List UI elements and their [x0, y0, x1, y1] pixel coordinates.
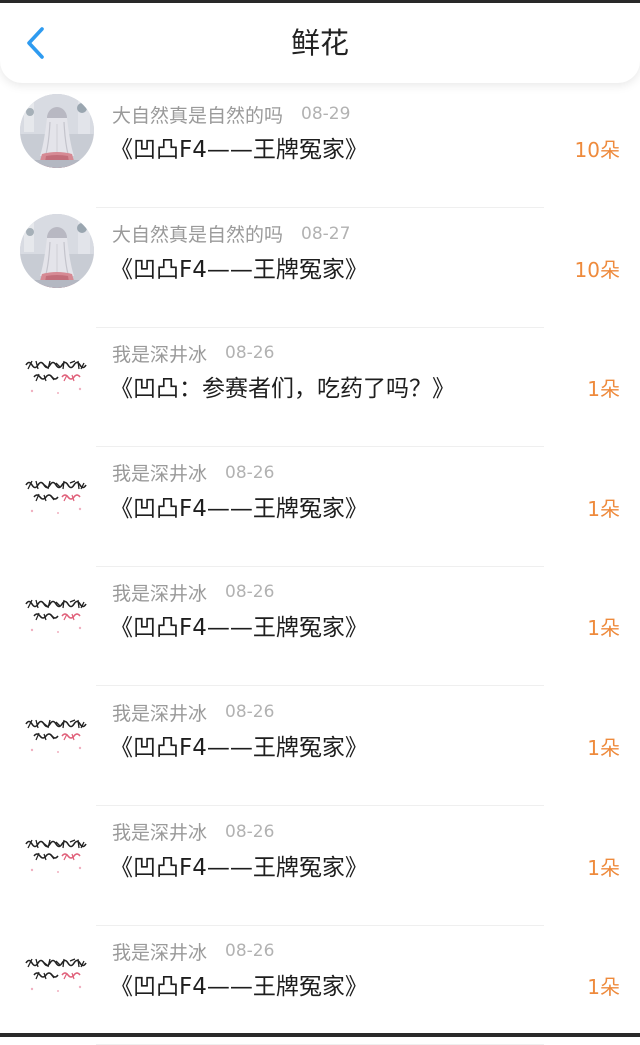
flower-list-item[interactable]: 我是深井冰 08-26 《凹凸F4——王牌冤家》 1朵 — [0, 806, 640, 926]
date: 08-26 — [225, 821, 275, 842]
date: 08-29 — [301, 104, 351, 124]
item-meta: 我是深井冰 08-26 — [112, 698, 274, 726]
flower-list-item[interactable]: 我是深井冰 08-26 《凹凸F4——王牌冤家》 1朵 — [0, 925, 640, 1045]
work-title[interactable]: 《凹凸F4——王牌冤家》 — [110, 252, 368, 288]
user-avatar[interactable] — [20, 333, 94, 408]
username[interactable]: 我是深井冰 — [112, 818, 207, 845]
header-bar: 鲜花 — [0, 3, 640, 83]
username[interactable]: 大自然真是自然的吗 — [112, 220, 283, 247]
flower-list-item[interactable]: 我是深井冰 08-26 《凹凸F4——王牌冤家》 1朵 — [0, 686, 640, 806]
work-title[interactable]: 《凹凸F4——王牌冤家》 — [110, 132, 368, 168]
work-title[interactable]: 《凹凸F4——王牌冤家》 — [110, 610, 368, 646]
item-meta: 我是深井冰 08-26 — [112, 339, 274, 367]
date: 08-26 — [225, 941, 275, 962]
item-meta: 我是深井冰 08-26 — [112, 937, 274, 965]
user-avatar[interactable] — [20, 94, 94, 168]
flower-count: 1朵 — [587, 975, 620, 1000]
work-title[interactable]: 《凹凸F4——王牌冤家》 — [110, 491, 368, 527]
item-meta: 我是深井冰 08-26 — [112, 578, 274, 606]
username[interactable]: 我是深井冰 — [112, 459, 207, 486]
back-button[interactable] — [14, 21, 58, 65]
bottom-edge — [0, 1033, 640, 1037]
date: 08-26 — [225, 702, 275, 722]
flower-count: 10朵 — [574, 138, 620, 162]
work-title[interactable]: 《凹凸F4——王牌冤家》 — [110, 850, 368, 886]
flower-list-item[interactable]: 我是深井冰 08-26 《凹凸F4——王牌冤家》 1朵 — [0, 447, 640, 567]
user-avatar[interactable] — [20, 572, 94, 647]
item-meta: 大自然真是自然的吗 08-29 — [112, 100, 350, 128]
item-meta: 我是深井冰 08-26 — [112, 818, 274, 846]
username[interactable]: 我是深井冰 — [112, 579, 207, 606]
flower-count: 1朵 — [587, 377, 620, 402]
item-meta: 我是深井冰 08-26 — [112, 459, 274, 487]
flower-list-item[interactable]: 我是深井冰 08-26 《凹凸F4——王牌冤家》 1朵 — [0, 566, 640, 687]
work-title[interactable]: 《凹凸F4——王牌冤家》 — [110, 969, 368, 1005]
username[interactable]: 我是深井冰 — [112, 699, 207, 726]
user-avatar[interactable] — [20, 213, 94, 288]
date: 08-27 — [301, 223, 351, 244]
flower-count: 1朵 — [587, 736, 620, 760]
work-title[interactable]: 《凹凸：参赛者们，吃药了吗？》 — [110, 371, 455, 407]
flower-list-item[interactable]: 我是深井冰 08-26 《凹凸：参赛者们，吃药了吗？》 1朵 — [0, 327, 640, 448]
date: 08-26 — [225, 582, 275, 603]
page-title: 鲜花 — [290, 26, 349, 60]
flower-count: 10朵 — [574, 257, 620, 282]
date: 08-26 — [225, 462, 275, 483]
username[interactable]: 大自然真是自然的吗 — [112, 101, 283, 128]
flower-list-item[interactable]: 大自然真是自然的吗 08-29 《凹凸F4——王牌冤家》 10朵 — [0, 88, 640, 208]
work-title[interactable]: 《凹凸F4——王牌冤家》 — [110, 730, 368, 766]
chevron-left-icon — [27, 27, 44, 59]
user-avatar[interactable] — [20, 452, 94, 527]
flower-list-item[interactable]: 大自然真是自然的吗 08-27 《凹凸F4——王牌冤家》 10朵 — [0, 208, 640, 328]
username[interactable]: 我是深井冰 — [112, 340, 207, 367]
item-meta: 大自然真是自然的吗 08-27 — [112, 220, 350, 248]
flower-count: 1朵 — [587, 855, 620, 880]
flower-count: 1朵 — [587, 496, 620, 521]
username[interactable]: 我是深井冰 — [112, 938, 207, 965]
user-avatar[interactable] — [20, 931, 94, 1006]
flower-count: 1朵 — [587, 616, 620, 641]
user-avatar[interactable] — [20, 811, 94, 886]
date: 08-26 — [225, 343, 275, 364]
user-avatar[interactable] — [20, 692, 94, 766]
